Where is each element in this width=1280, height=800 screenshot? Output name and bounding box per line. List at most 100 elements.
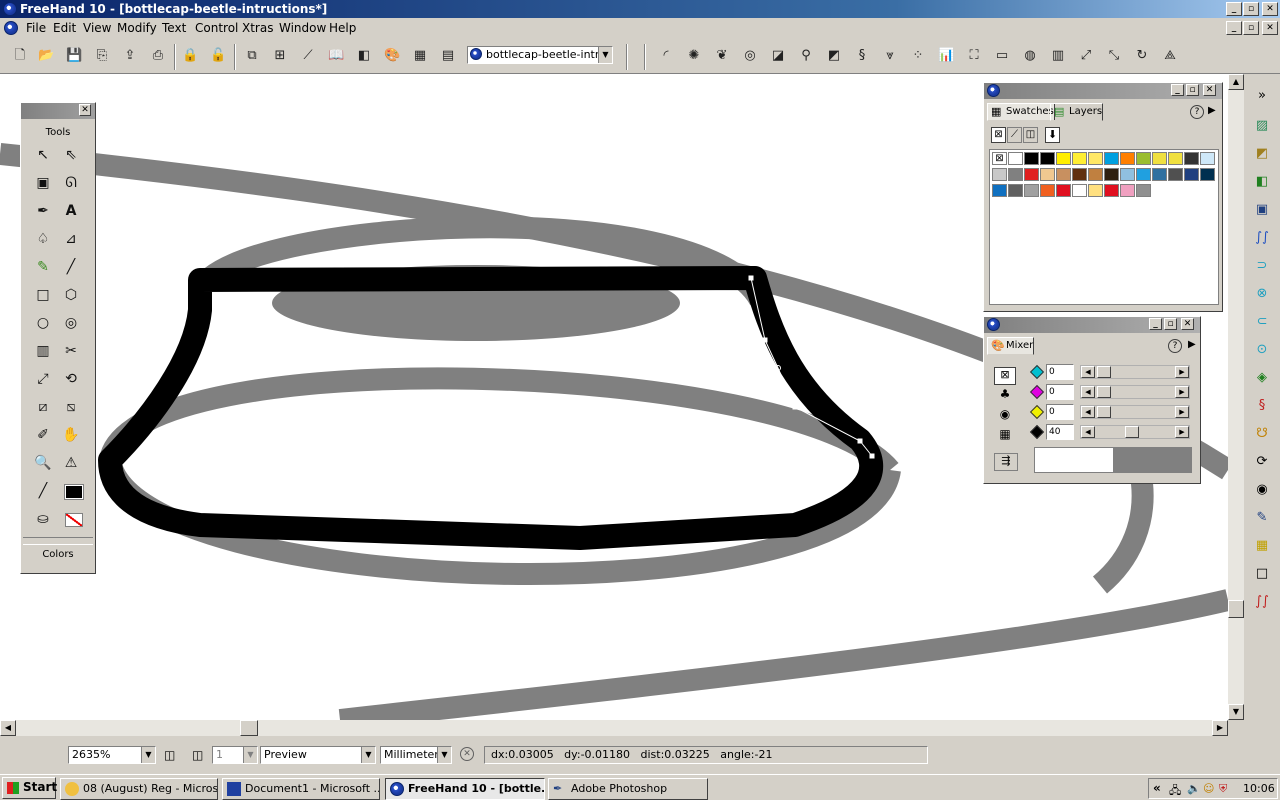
menu-control[interactable]: Control bbox=[195, 21, 238, 35]
scale-icon[interactable]: ⤢ bbox=[1078, 48, 1094, 64]
mixer-panel-titlebar[interactable]: _ ▫ ✕ bbox=[984, 317, 1200, 333]
lasso-tool-icon[interactable]: ᘏ bbox=[59, 171, 83, 195]
print-icon[interactable]: ⎙ bbox=[150, 48, 166, 64]
swatch[interactable] bbox=[1136, 184, 1151, 197]
black-value-field[interactable]: 40 bbox=[1046, 424, 1074, 440]
task-outlook[interactable]: 08 (August) Reg - Micros... bbox=[60, 778, 218, 800]
swatch[interactable] bbox=[1024, 152, 1039, 165]
union-icon[interactable]: ⊃ bbox=[1252, 256, 1272, 276]
cyan-slider-thumb[interactable] bbox=[1097, 366, 1111, 378]
cancel-render-icon[interactable]: ✕ bbox=[460, 747, 474, 761]
mixer-maximize-button[interactable]: ▫ bbox=[1164, 318, 1177, 330]
swatch[interactable] bbox=[1104, 168, 1119, 181]
swatch[interactable] bbox=[1088, 152, 1103, 165]
pencil-tool-icon[interactable]: ✎ bbox=[31, 255, 55, 279]
swatch[interactable] bbox=[1008, 184, 1023, 197]
swatch[interactable] bbox=[1200, 152, 1215, 165]
slider-left-arrow-icon[interactable]: ◀ bbox=[1081, 366, 1095, 378]
page-tool-icon[interactable]: ▣ bbox=[31, 171, 55, 195]
window-title-bar[interactable]: FreeHand 10 - [bottlecap-beetle-intructi… bbox=[0, 0, 1280, 18]
swatch[interactable] bbox=[1056, 168, 1071, 181]
swatch[interactable] bbox=[1104, 184, 1119, 197]
zoom-select[interactable]: 2635% ▼ bbox=[68, 746, 156, 764]
tools-panel-titlebar[interactable]: ✕ bbox=[21, 103, 95, 119]
chevron-down-icon[interactable]: ▼ bbox=[598, 47, 612, 63]
export-icon[interactable]: ⇪ bbox=[122, 48, 138, 64]
object-icon[interactable]: ◧ bbox=[356, 48, 372, 64]
swatch[interactable] bbox=[1088, 184, 1103, 197]
slider-left-arrow-icon[interactable]: ◀ bbox=[1081, 386, 1095, 398]
layers-icon[interactable]: ▤ bbox=[440, 48, 456, 64]
swatch[interactable] bbox=[1056, 152, 1071, 165]
swap-colors-icon[interactable]: ⬇ bbox=[1045, 127, 1060, 143]
fill-color-well[interactable] bbox=[65, 513, 83, 527]
lock-icon[interactable]: 🔒 bbox=[182, 48, 198, 64]
swatch[interactable] bbox=[1152, 168, 1167, 181]
cmyk-mode-icon[interactable]: ⊠ bbox=[994, 367, 1016, 385]
menu-edit[interactable]: Edit bbox=[53, 21, 76, 35]
horizontal-scroll-thumb[interactable] bbox=[240, 720, 258, 736]
chevron-icon[interactable]: » bbox=[1252, 86, 1272, 106]
swatches-close-button[interactable]: ✕ bbox=[1203, 84, 1216, 96]
scroll-up-icon[interactable]: ▲ bbox=[1228, 74, 1244, 90]
eyedropper-icon[interactable]: ⚲ bbox=[798, 48, 814, 64]
yellow-value-field[interactable]: 0 bbox=[1046, 404, 1074, 420]
swatch[interactable] bbox=[1040, 168, 1055, 181]
doc-minimize-button[interactable]: _ bbox=[1226, 21, 1242, 35]
hexagon-tool-icon[interactable]: ⬡ bbox=[59, 283, 83, 307]
bezigon-tool-icon[interactable]: ♤ bbox=[31, 227, 55, 251]
new-document-icon[interactable]: 🗋 bbox=[12, 48, 28, 64]
freeform-tool-icon[interactable]: ✐ bbox=[31, 423, 55, 447]
transform-icon[interactable]: ⟋ bbox=[300, 48, 316, 64]
yellow-slider[interactable]: ◀ ▶ bbox=[1080, 405, 1190, 419]
system-color-icon[interactable]: ▦ bbox=[994, 427, 1016, 445]
menu-file[interactable]: File bbox=[26, 21, 46, 35]
swatches-minimize-button[interactable]: _ bbox=[1171, 84, 1184, 96]
slider-right-arrow-icon[interactable]: ▶ bbox=[1175, 366, 1189, 378]
skew-icon[interactable]: ⟁ bbox=[1162, 48, 1178, 64]
chevron-down-icon[interactable]: ▼ bbox=[437, 747, 451, 763]
polygon-tool-icon[interactable]: ⊿ bbox=[59, 227, 83, 251]
horizontal-scrollbar[interactable]: ◀ ▶ bbox=[0, 720, 1228, 736]
doc-close-button[interactable]: ✕ bbox=[1262, 21, 1278, 35]
bend-icon[interactable]: ❦ bbox=[714, 48, 730, 64]
reflect-tool-icon[interactable]: ⧅ bbox=[59, 395, 83, 419]
swatch[interactable] bbox=[1024, 168, 1039, 181]
scroll-down-icon[interactable]: ▼ bbox=[1228, 704, 1244, 720]
graph-icon[interactable]: 📊 bbox=[938, 48, 954, 64]
shadow-icon[interactable]: ◪ bbox=[770, 48, 786, 64]
align-icon[interactable]: ⊞ bbox=[272, 48, 288, 64]
slider-right-arrow-icon[interactable]: ▶ bbox=[1175, 386, 1189, 398]
mirror-tool-icon[interactable]: ⚠ bbox=[59, 451, 83, 475]
group-icon[interactable]: ⧉ bbox=[244, 48, 260, 64]
add-to-swatches-icon[interactable]: ⇶ bbox=[994, 453, 1018, 471]
menu-view[interactable]: View bbox=[83, 21, 111, 35]
swatches-options-arrow-icon[interactable]: ▶ bbox=[1208, 105, 1216, 116]
menu-modify[interactable]: Modify bbox=[117, 21, 157, 35]
crop-icon[interactable]: ⛶ bbox=[966, 48, 982, 64]
menu-window[interactable]: Window bbox=[279, 21, 326, 35]
ellipse-tool-icon[interactable]: ○ bbox=[31, 311, 55, 335]
stroke-color-well[interactable] bbox=[64, 484, 84, 500]
stroke-eyedropper-icon[interactable]: ╱ bbox=[31, 479, 55, 503]
mixer-options-arrow-icon[interactable]: ▶ bbox=[1188, 339, 1196, 350]
swatch[interactable] bbox=[1152, 152, 1167, 165]
correct-direction-icon[interactable]: ⟳ bbox=[1252, 452, 1272, 472]
pen-tool-icon[interactable]: ✒ bbox=[31, 199, 55, 223]
rgb-mode-icon[interactable]: ♣ bbox=[994, 387, 1016, 405]
swatch[interactable] bbox=[1024, 184, 1039, 197]
expand-stroke-icon[interactable]: ✎ bbox=[1252, 508, 1272, 528]
menu-xtras[interactable]: Xtras bbox=[242, 21, 273, 35]
swatch[interactable] bbox=[1072, 168, 1087, 181]
tab-swatches[interactable]: ▦ Swatches bbox=[987, 103, 1055, 121]
doc-restore-button[interactable]: ▫ bbox=[1243, 21, 1259, 35]
mirror-icon[interactable]: ◍ bbox=[1022, 48, 1038, 64]
swatch[interactable] bbox=[992, 184, 1007, 197]
close-button[interactable]: ✕ bbox=[1262, 2, 1278, 16]
swatch[interactable] bbox=[1184, 168, 1199, 181]
swatch[interactable] bbox=[1056, 184, 1071, 197]
spiral-tool-icon[interactable]: ◎ bbox=[742, 48, 758, 64]
3d-rotate-icon[interactable]: ◩ bbox=[826, 48, 842, 64]
next-page-icon[interactable]: ◫ bbox=[192, 748, 203, 762]
tab-layers[interactable]: ▤ Layers bbox=[1050, 103, 1104, 121]
